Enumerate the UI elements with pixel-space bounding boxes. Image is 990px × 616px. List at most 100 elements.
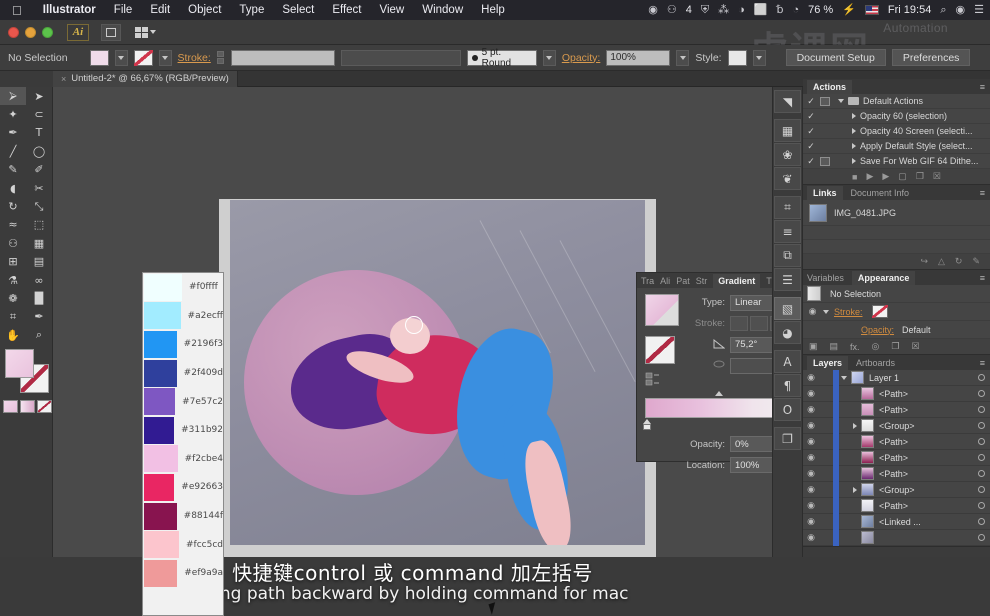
target-indicator[interactable] xyxy=(978,454,985,461)
preferences-button[interactable]: Preferences xyxy=(892,49,971,66)
shape-builder-tool[interactable]: ⚇ xyxy=(0,234,26,252)
gradient-tool[interactable]: ▤ xyxy=(26,253,52,271)
layers-row[interactable]: ◉<Path> xyxy=(803,386,990,402)
target-indicator[interactable] xyxy=(978,438,985,445)
menu-view[interactable]: View xyxy=(371,4,414,16)
appearance-footer-icon-5[interactable]: ☒ xyxy=(911,341,919,352)
actions-footer-icon-3[interactable]: ▢ xyxy=(898,171,907,182)
none-mode-button[interactable] xyxy=(37,400,52,413)
symbols-dock-icon[interactable]: ❦ xyxy=(774,167,801,190)
eye-icon[interactable]: ◉ xyxy=(803,372,819,383)
actions-row[interactable]: ✓Opacity 40 Screen (selecti... xyxy=(803,124,990,139)
swatch-chip[interactable] xyxy=(144,417,174,444)
gradient-active-dock-icon[interactable]: ▧ xyxy=(774,297,801,320)
eye-icon[interactable]: ◉ xyxy=(803,420,819,431)
style-dropdown-button[interactable] xyxy=(753,50,766,66)
gradient-midpoint-marker[interactable] xyxy=(715,391,723,396)
tab-appearance[interactable]: Appearance xyxy=(852,271,916,285)
actions-row[interactable]: ✓Opacity 60 (selection) xyxy=(803,109,990,124)
chevron-down-icon[interactable] xyxy=(823,310,829,314)
menu-edit[interactable]: Edit xyxy=(141,4,179,16)
opentype-dock-icon[interactable]: O xyxy=(774,398,801,421)
artwork-illustration[interactable] xyxy=(230,200,645,545)
close-window-button[interactable] xyxy=(8,27,19,38)
layers-row[interactable]: ◉<Path> xyxy=(803,402,990,418)
eye-icon[interactable]: ◉ xyxy=(803,484,819,495)
scissors-tool[interactable]: ✂ xyxy=(26,179,52,197)
swatch-row[interactable]: #7e57c2 xyxy=(143,387,223,416)
battery-percentage[interactable]: 76 % xyxy=(808,4,833,16)
chevron-right-icon[interactable] xyxy=(852,158,856,164)
actions-footer-icon-1[interactable]: ▶ xyxy=(866,171,873,182)
swatch-chip[interactable] xyxy=(144,360,177,387)
bluetooth-icon[interactable]: ␢ xyxy=(777,5,784,16)
stroke-label[interactable]: Stroke: xyxy=(178,52,211,64)
brush-dropdown-button[interactable] xyxy=(543,50,556,66)
battery-charging-icon[interactable]: ⚡ xyxy=(842,5,856,16)
eye-icon[interactable]: ◉ xyxy=(807,306,818,317)
slice-tool[interactable]: ✒ xyxy=(26,308,52,326)
transform-dock-icon[interactable]: ⌗ xyxy=(774,196,801,219)
blend-tool[interactable]: ∞ xyxy=(26,271,52,289)
layers-row[interactable]: ◉<Linked ... xyxy=(803,514,990,530)
appearance-footer-icon-1[interactable]: ▤ xyxy=(830,341,839,352)
reverse-gradient-button[interactable] xyxy=(645,372,663,388)
panel-menu-icon[interactable]: ≡ xyxy=(980,188,990,198)
canvas-area[interactable]: 快捷键control 或 command 加左括号 Bring path bac… xyxy=(53,87,772,557)
tab-gradient[interactable]: Gradient xyxy=(713,274,760,288)
target-indicator[interactable] xyxy=(978,518,985,525)
tab-transform[interactable]: Tra xyxy=(641,276,654,286)
swatch-chip[interactable] xyxy=(144,445,178,472)
input-source-flag-icon[interactable] xyxy=(865,5,879,15)
gradient-fill-preview[interactable] xyxy=(645,294,679,326)
list-item[interactable]: IMG_0481.JPG xyxy=(803,200,990,226)
actions-footer-icon-4[interactable]: ❐ xyxy=(916,171,924,182)
eye-icon[interactable]: ◉ xyxy=(803,516,819,527)
tab-document-info[interactable]: Document Info xyxy=(851,188,910,198)
pen-tool[interactable]: ✒ xyxy=(0,124,26,142)
menu-window[interactable]: Window xyxy=(413,4,472,16)
gradient-mode-button[interactable] xyxy=(20,400,35,413)
brushes-dock-icon[interactable]: ❀ xyxy=(774,143,801,166)
minimize-window-button[interactable] xyxy=(25,27,36,38)
stroke-weight-field[interactable] xyxy=(231,50,335,66)
fill-dropdown-button[interactable] xyxy=(115,50,128,66)
line-segment-tool[interactable]: ╱ xyxy=(0,142,26,160)
target-indicator[interactable] xyxy=(978,390,985,397)
notification-count[interactable]: 4 xyxy=(686,4,692,16)
type-tool[interactable]: T xyxy=(26,124,52,142)
apple-menu-icon[interactable]:  xyxy=(0,4,34,17)
links-footer-icon-3[interactable]: ✎ xyxy=(972,256,980,267)
siri-icon[interactable]: ◉ xyxy=(956,5,966,16)
actions-footer-icon-5[interactable]: ☒ xyxy=(933,171,941,182)
swatch-row[interactable]: #88144f xyxy=(143,502,223,531)
swatch-row[interactable]: #f2cbe4 xyxy=(143,445,223,474)
artboards-dock-icon[interactable]: ❐ xyxy=(774,427,801,450)
evernote-icon[interactable]: ◑ xyxy=(738,5,745,16)
links-footer-icon-0[interactable]: ↪ xyxy=(920,256,928,267)
layers-row[interactable]: ◉ xyxy=(803,530,990,546)
target-indicator[interactable] xyxy=(978,406,985,413)
artboard-tool[interactable]: ⌗ xyxy=(0,308,26,326)
paragraph-dock-icon[interactable]: ¶ xyxy=(774,374,801,397)
pathfinder-dock-icon[interactable]: ⧉ xyxy=(774,244,801,267)
layers-row[interactable]: ◉<Group> xyxy=(803,418,990,434)
swatch-row[interactable]: #2f409d xyxy=(143,359,223,388)
appearance-opacity-label[interactable]: Opacity: xyxy=(861,325,894,335)
checkmark-icon[interactable]: ✓ xyxy=(806,111,816,122)
document-setup-button[interactable]: Document Setup xyxy=(786,49,886,66)
zoom-tool[interactable]: ⌕ xyxy=(26,326,52,344)
chevron-right-icon[interactable] xyxy=(853,487,857,493)
panel-menu-icon[interactable]: ≡ xyxy=(980,273,990,283)
appearance-footer-icon-0[interactable]: ▣ xyxy=(809,341,818,352)
align-dock-icon[interactable]: ≡ xyxy=(774,220,801,243)
panel-menu-icon[interactable]: ≡ xyxy=(980,358,990,368)
hand-tool[interactable]: ✋ xyxy=(0,326,26,344)
selection-tool[interactable]: ⮚ xyxy=(0,87,26,105)
actions-row[interactable]: ✓Save For Web GIF 64 Dithe... xyxy=(803,154,990,169)
swatch-row[interactable]: #fcc5cd xyxy=(143,530,223,559)
dialog-toggle-icon[interactable] xyxy=(820,97,830,106)
layers-row[interactable]: ◉<Path> xyxy=(803,466,990,482)
tab-pathfinder[interactable]: Pat xyxy=(676,276,690,286)
swatch-chip[interactable] xyxy=(144,388,175,415)
